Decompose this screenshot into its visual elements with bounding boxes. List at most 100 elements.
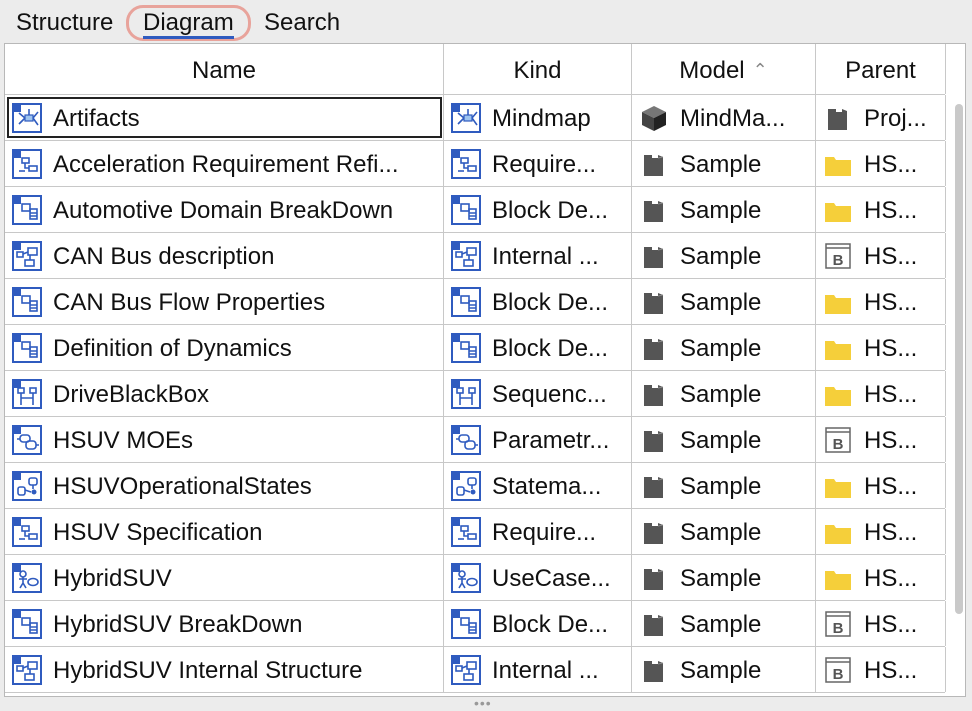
name-cell-text: HybridSUV BreakDown bbox=[53, 611, 303, 638]
column-header-parent-label: Parent bbox=[845, 57, 916, 84]
model-cell[interactable]: MindMa... bbox=[632, 95, 816, 140]
name-cell-text: Acceleration Requirement Refi... bbox=[53, 151, 399, 178]
svg-text:B: B bbox=[833, 666, 844, 683]
kind-cell[interactable]: Block De... bbox=[444, 325, 632, 370]
table-row[interactable]: HSUV MOEs Parametr... Sample B HS... bbox=[5, 417, 946, 463]
model-cell[interactable]: Sample bbox=[632, 187, 816, 232]
sort-ascending-icon: ⌃ bbox=[752, 60, 768, 80]
table-row[interactable]: HybridSUV Internal Structure Internal ...… bbox=[5, 647, 946, 693]
name-cell[interactable]: Automotive Domain BreakDown bbox=[5, 187, 444, 232]
model-cell[interactable]: Sample bbox=[632, 279, 816, 324]
table-row[interactable]: HybridSUV BreakDown Block De... Sample B HS.… bbox=[5, 601, 946, 647]
column-header-model[interactable]: Model ⌃ bbox=[632, 44, 816, 94]
name-cell[interactable]: HybridSUV Internal Structure bbox=[5, 647, 444, 692]
table-row[interactable]: HybridSUV UseCase... Sample HS... bbox=[5, 555, 946, 601]
parent-cell[interactable]: Proj... bbox=[816, 95, 946, 140]
parent-cell[interactable]: B HS... bbox=[816, 647, 946, 692]
kind-cell[interactable]: Sequenc... bbox=[444, 371, 632, 416]
name-cell-text: HybridSUV bbox=[53, 565, 172, 592]
parent-cell[interactable]: HS... bbox=[816, 509, 946, 554]
name-cell[interactable]: Definition of Dynamics bbox=[5, 325, 444, 370]
name-cell[interactable]: Artifacts bbox=[5, 95, 444, 140]
resize-grip-icon[interactable]: ••• bbox=[474, 696, 492, 710]
kind-cell[interactable]: Internal ... bbox=[444, 647, 632, 692]
kind-cell[interactable]: Mindmap bbox=[444, 95, 632, 140]
table-row[interactable]: DriveBlackBox Sequenc... Sample HS... bbox=[5, 371, 946, 417]
parent-cell[interactable]: HS... bbox=[816, 371, 946, 416]
parent-cell[interactable]: HS... bbox=[816, 325, 946, 370]
kind-cell[interactable]: UseCase... bbox=[444, 555, 632, 600]
kind-cell[interactable]: Block De... bbox=[444, 187, 632, 232]
name-cell-text: CAN Bus Flow Properties bbox=[53, 289, 326, 316]
model-cell-text: Sample bbox=[680, 335, 762, 362]
column-header-kind[interactable]: Kind bbox=[444, 44, 632, 94]
table-row[interactable]: Artifacts Mindmap MindMa... Proj... bbox=[5, 95, 946, 141]
name-cell[interactable]: HybridSUV bbox=[5, 555, 444, 600]
model-cell[interactable]: Sample bbox=[632, 417, 816, 462]
name-cell[interactable]: HSUV Specification bbox=[5, 509, 444, 554]
name-cell[interactable]: CAN Bus description bbox=[5, 233, 444, 278]
parent-cell[interactable]: HS... bbox=[816, 279, 946, 324]
parent-cell[interactable]: HS... bbox=[816, 463, 946, 508]
model-cell[interactable]: Sample bbox=[632, 141, 816, 186]
table-row[interactable]: Automotive Domain BreakDown Block De... Sa… bbox=[5, 187, 946, 233]
name-cell-text: DriveBlackBox bbox=[53, 381, 210, 408]
kind-cell[interactable]: Parametr... bbox=[444, 417, 632, 462]
model-cell[interactable]: Sample bbox=[632, 463, 816, 508]
column-header-parent[interactable]: Parent bbox=[816, 44, 946, 94]
model-cell-text: Sample bbox=[680, 427, 762, 454]
parent-cell-text: HS... bbox=[864, 657, 918, 684]
name-cell-text: HSUV MOEs bbox=[53, 427, 194, 454]
parent-cell[interactable]: B HS... bbox=[816, 233, 946, 278]
name-cell[interactable]: HSUV MOEs bbox=[5, 417, 444, 462]
kind-cell[interactable]: Block De... bbox=[444, 601, 632, 646]
parent-cell-text: HS... bbox=[864, 565, 918, 592]
name-cell-text: HybridSUV Internal Structure bbox=[53, 657, 363, 684]
kind-cell-text: Internal ... bbox=[492, 657, 599, 684]
parent-cell[interactable]: HS... bbox=[816, 187, 946, 232]
parent-cell[interactable]: HS... bbox=[816, 555, 946, 600]
column-header-kind-label: Kind bbox=[513, 57, 562, 84]
name-cell[interactable]: HSUVOperationalStates bbox=[5, 463, 444, 508]
table-row[interactable]: HSUVOperationalStates Statema... Sample HS.… bbox=[5, 463, 946, 509]
parent-cell-text: HS... bbox=[864, 473, 918, 500]
model-cell[interactable]: Sample bbox=[632, 555, 816, 600]
table-row[interactable]: CAN Bus Flow Properties Block De... Sample… bbox=[5, 279, 946, 325]
name-cell-text: HSUVOperationalStates bbox=[53, 473, 312, 500]
name-cell[interactable]: CAN Bus Flow Properties bbox=[5, 279, 444, 324]
tab-search[interactable]: Search bbox=[258, 6, 346, 40]
name-cell[interactable]: DriveBlackBox bbox=[5, 371, 444, 416]
model-cell[interactable]: Sample bbox=[632, 647, 816, 692]
model-cell-text: Sample bbox=[680, 151, 762, 178]
vertical-scrollbar[interactable] bbox=[955, 104, 963, 614]
name-cell[interactable]: HybridSUV BreakDown bbox=[5, 601, 444, 646]
tab-diagram[interactable]: Diagram bbox=[126, 5, 251, 41]
parent-cell[interactable]: B HS... bbox=[816, 601, 946, 646]
column-header-name[interactable]: Name bbox=[5, 44, 444, 94]
kind-cell-text: UseCase... bbox=[492, 565, 611, 592]
kind-cell[interactable]: Require... bbox=[444, 141, 632, 186]
table-row[interactable]: HSUV Specification Require... Sample HS... bbox=[5, 509, 946, 555]
table-row[interactable]: Definition of Dynamics Block De... Sample H… bbox=[5, 325, 946, 371]
model-cell[interactable]: Sample bbox=[632, 509, 816, 554]
name-cell-text: Artifacts bbox=[53, 105, 140, 132]
model-cell-text: MindMa... bbox=[680, 105, 786, 132]
parent-cell[interactable]: B HS... bbox=[816, 417, 946, 462]
name-cell[interactable]: Acceleration Requirement Refi... bbox=[5, 141, 444, 186]
model-cell[interactable]: Sample bbox=[632, 233, 816, 278]
svg-text:B: B bbox=[833, 252, 844, 269]
model-cell[interactable]: Sample bbox=[632, 325, 816, 370]
kind-cell[interactable]: Statema... bbox=[444, 463, 632, 508]
model-cell[interactable]: Sample bbox=[632, 371, 816, 416]
kind-cell[interactable]: Block De... bbox=[444, 279, 632, 324]
table-row[interactable]: CAN Bus description Internal ... Sample B HS… bbox=[5, 233, 946, 279]
table-row[interactable]: Acceleration Requirement Refi... Require.… bbox=[5, 141, 946, 187]
tab-structure[interactable]: Structure bbox=[10, 6, 119, 40]
parent-cell[interactable]: HS... bbox=[816, 141, 946, 186]
kind-cell[interactable]: Require... bbox=[444, 509, 632, 554]
model-cell-text: Sample bbox=[680, 657, 762, 684]
kind-cell[interactable]: Internal ... bbox=[444, 233, 632, 278]
model-cell-text: Sample bbox=[680, 565, 762, 592]
model-cell[interactable]: Sample bbox=[632, 601, 816, 646]
model-cell-text: Sample bbox=[680, 519, 762, 546]
